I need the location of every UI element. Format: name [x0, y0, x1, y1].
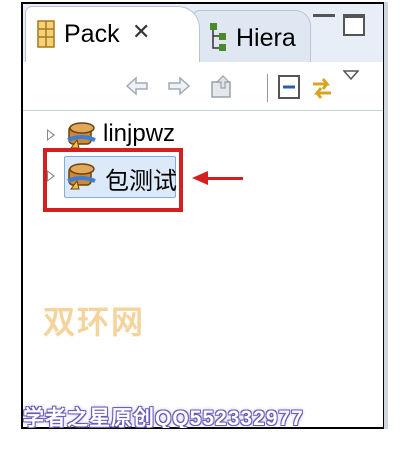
tab-hierarchy[interactable]: Hiera	[193, 10, 311, 62]
back-arrow-icon[interactable]	[125, 74, 149, 103]
up-folder-icon[interactable]	[209, 74, 235, 105]
collapse-all-icon[interactable]	[277, 74, 301, 105]
close-tab-icon[interactable]: ✕	[132, 19, 150, 45]
package-explorer-panel: Hiera Pack ✕ linjpwz 包测试 双环网 学者之星原创QQ552…	[21, 2, 385, 429]
minimize-view-button[interactable]	[313, 14, 335, 22]
expand-arrow-icon[interactable]	[47, 129, 55, 141]
tree-item-label: 包测试	[105, 168, 177, 195]
footer-watermark: 学者之星原创QQ552332977	[23, 407, 304, 428]
red-pointer-arrowhead	[192, 171, 208, 185]
package-explorer-icon	[36, 19, 56, 54]
maximize-view-button[interactable]	[343, 14, 365, 36]
toolbar-separator	[267, 74, 268, 102]
tab-hierarchy-label: Hiera	[236, 24, 296, 52]
tab-package-explorer-label: Pack	[64, 20, 120, 48]
panel-edge	[384, 2, 388, 429]
red-pointer-arrow	[207, 177, 243, 180]
forward-arrow-icon[interactable]	[167, 74, 191, 103]
view-tab-bar: Hiera Pack ✕	[23, 4, 383, 62]
hierarchy-icon	[208, 21, 230, 58]
project-icon	[65, 161, 99, 198]
tree-item-label: linjpwz	[103, 120, 176, 147]
link-with-editor-icon[interactable]	[309, 74, 335, 107]
watermark-text: 双环网	[43, 304, 146, 340]
view-menu-icon[interactable]	[342, 68, 360, 86]
view-toolbar	[23, 62, 383, 111]
tab-package-explorer[interactable]: Pack ✕	[25, 6, 200, 62]
expand-arrow-icon[interactable]	[47, 170, 55, 182]
